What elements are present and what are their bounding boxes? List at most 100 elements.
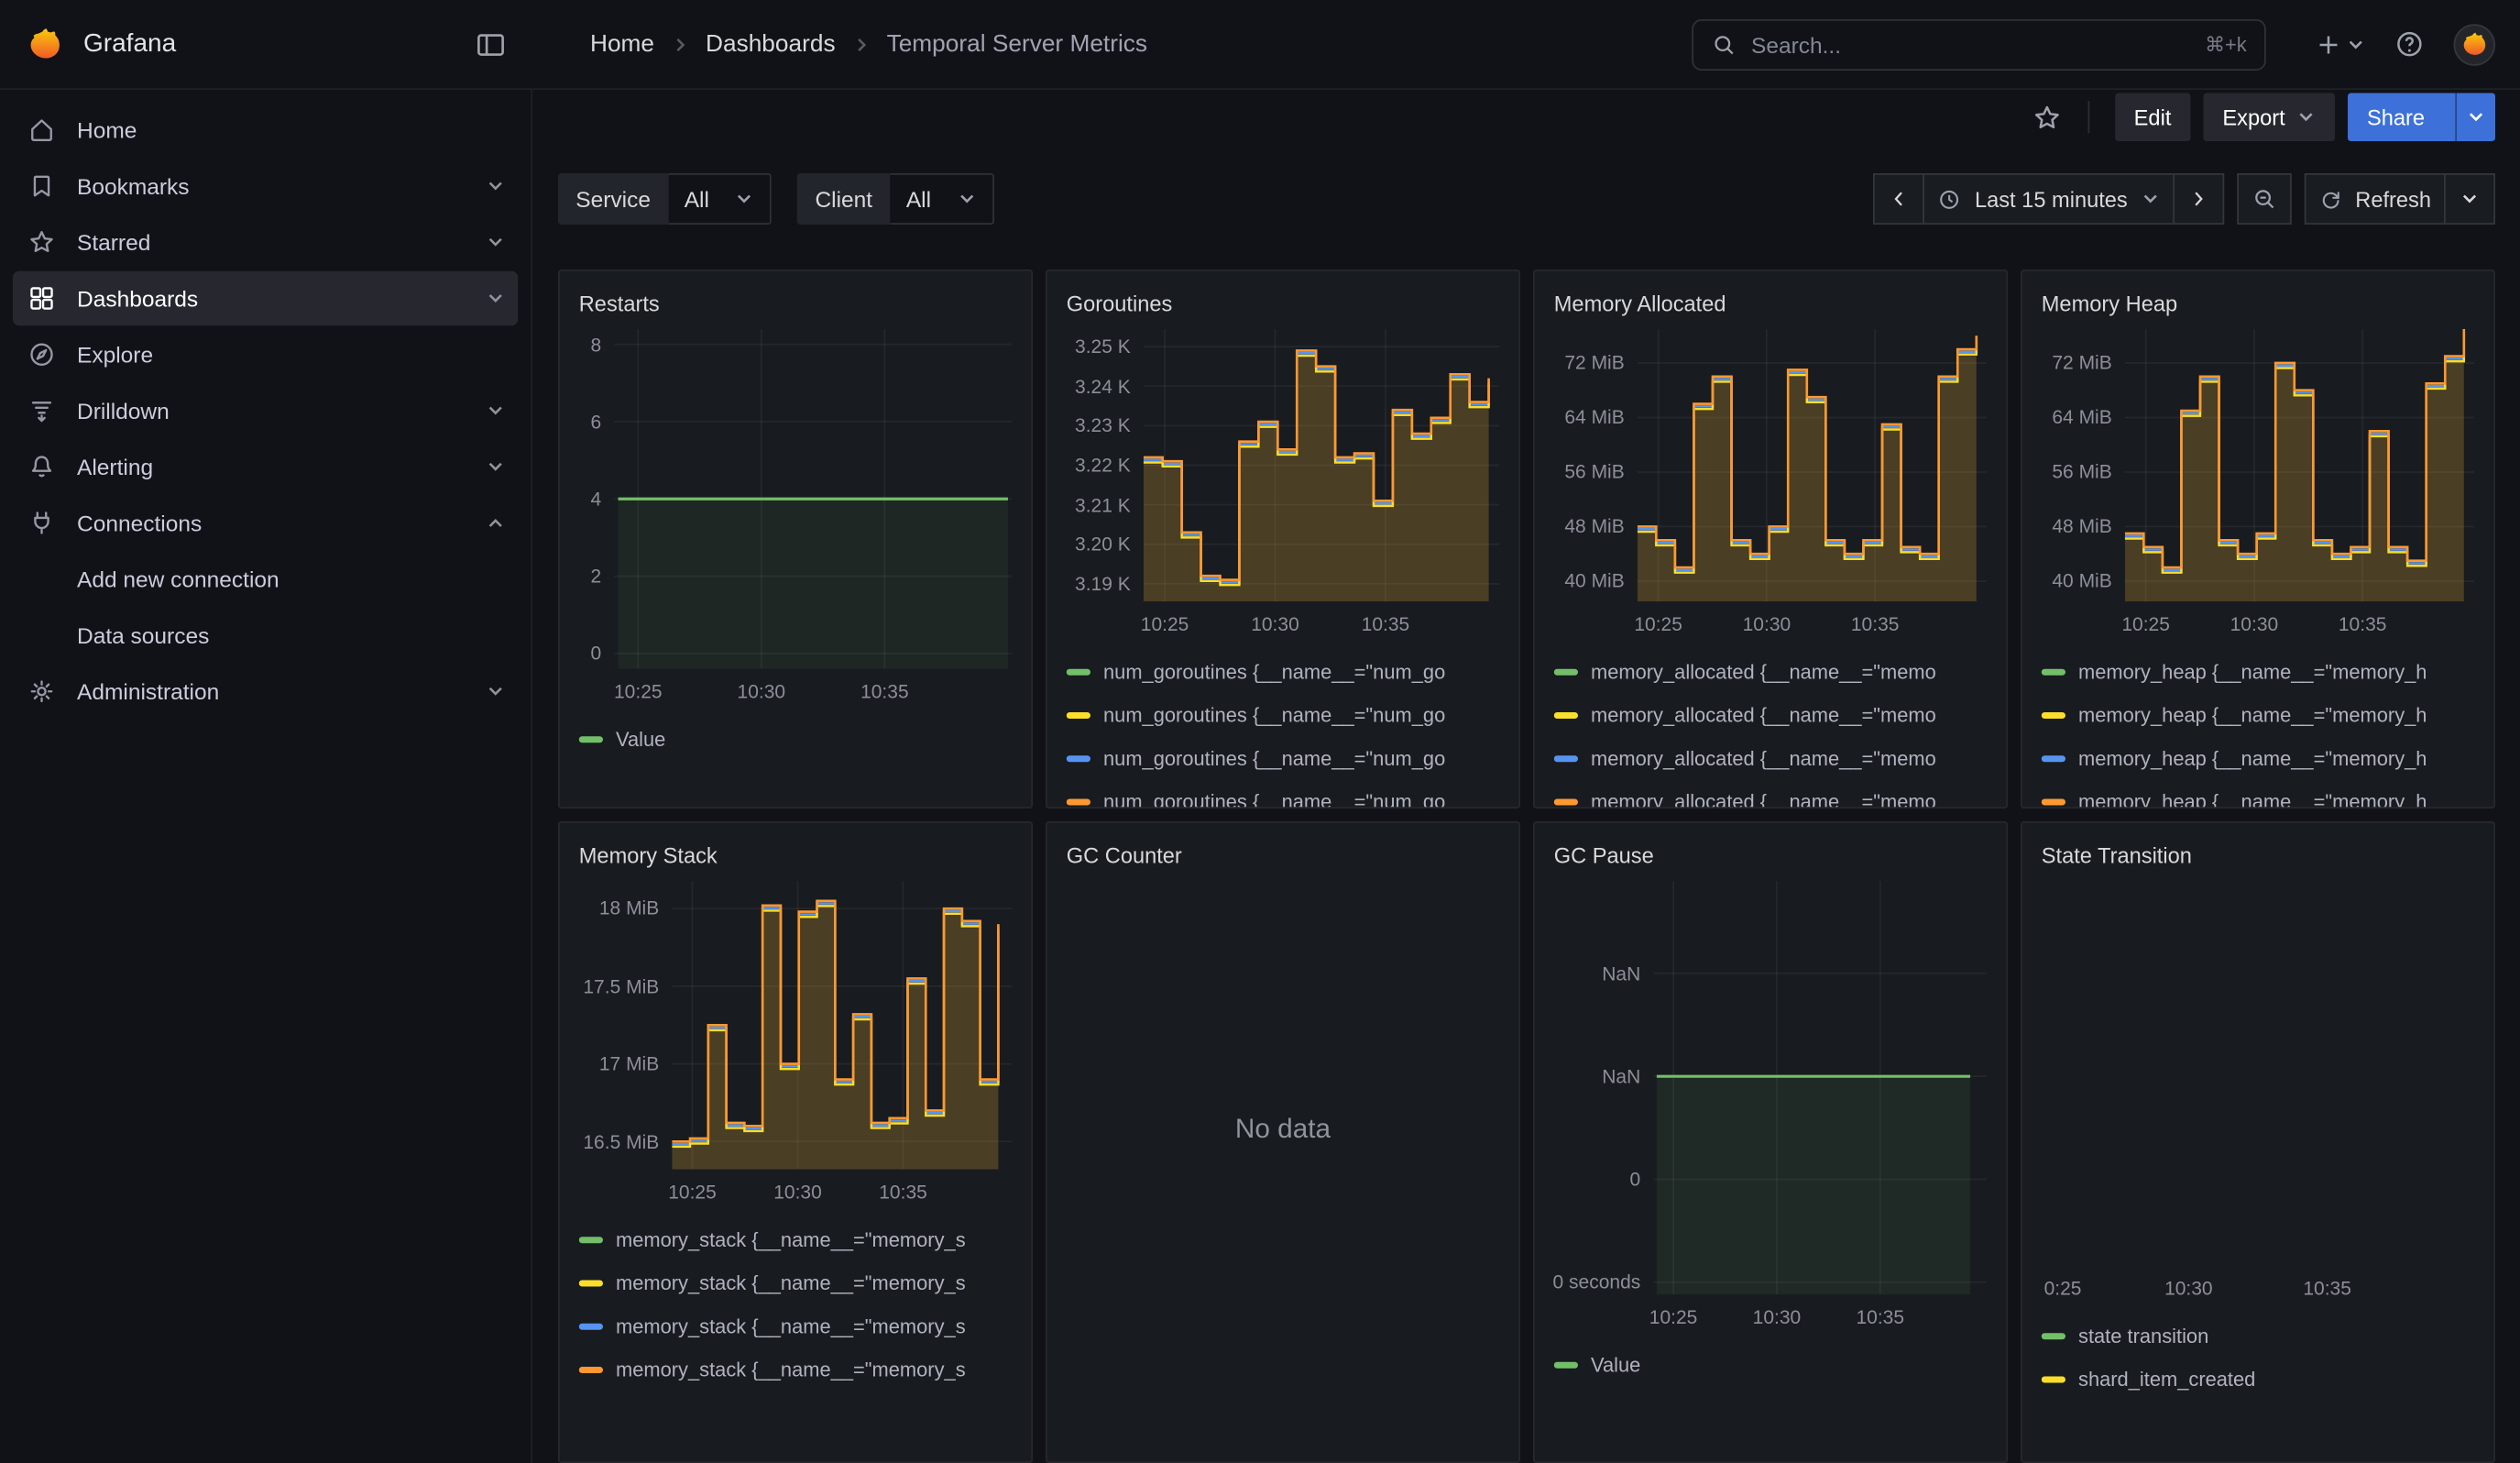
y-axis-label: 3.23 K <box>1075 414 1131 437</box>
y-axis-label: 3.19 K <box>1075 573 1131 596</box>
legend-item[interactable]: memory_allocated {__name__="memo <box>1554 780 1988 809</box>
x-axis: 10:2510:3010:35 <box>1653 1301 1987 1333</box>
sidebar-item-administration[interactable]: Administration <box>13 665 518 720</box>
legend-item[interactable]: num_goroutines {__name__="num_go <box>1067 736 1500 779</box>
sidebar-item-connections[interactable]: Connections <box>13 496 518 551</box>
x-axis-label: 10:25 <box>1634 613 1682 636</box>
sidebar-item-label: Administration <box>77 678 466 704</box>
panel-title[interactable]: Restarts <box>579 284 1013 326</box>
sidebar-item-label: Data sources <box>77 622 505 648</box>
sidebar-item-add-new-connection[interactable]: Add new connection <box>13 552 518 607</box>
legend-label: memory_allocated {__name__="memo <box>1591 703 1936 726</box>
legend-item[interactable]: memory_heap {__name__="memory_h <box>2042 650 2475 693</box>
variable-client[interactable]: Client All <box>797 173 993 225</box>
legend-marker <box>579 735 603 742</box>
panel-title[interactable]: State Transition <box>2042 836 2475 878</box>
legend-item[interactable]: memory_allocated {__name__="memo <box>1554 736 1988 779</box>
chart-plot-area[interactable] <box>2048 881 2475 1266</box>
sidebar-toggle-button[interactable] <box>475 28 507 60</box>
breadcrumb-home[interactable]: Home <box>590 30 654 58</box>
plug-icon <box>26 507 58 539</box>
refresh-group: Refresh <box>2304 173 2495 225</box>
chart-plot-area[interactable] <box>672 881 1012 1170</box>
panel-title[interactable]: Goroutines <box>1067 284 1500 326</box>
sidebar-item-label: Explore <box>77 342 505 368</box>
chart-row: 86420 <box>579 329 1013 669</box>
x-axis-label: 10:25 <box>1649 1306 1698 1329</box>
favorite-button[interactable] <box>2032 102 2062 132</box>
legend-item[interactable]: memory_stack {__name__="memory_s <box>579 1348 1013 1391</box>
compass-icon <box>26 338 58 370</box>
time-range-picker[interactable]: Last 15 minutes <box>1923 173 2175 225</box>
legend-label: memory_heap {__name__="memory_h <box>2078 703 2427 726</box>
x-axis-label: 10:35 <box>2303 1277 2351 1300</box>
chart-plot-area[interactable] <box>614 329 1012 669</box>
chart-plot-area[interactable] <box>1144 329 1500 602</box>
panel-title[interactable]: Memory Stack <box>579 836 1013 878</box>
y-axis-label: 0 seconds <box>1553 1271 1641 1294</box>
chart-plot-area[interactable] <box>2125 329 2475 602</box>
legend-item[interactable]: memory_heap {__name__="memory_h <box>2042 780 2475 809</box>
legend-label: memory_stack {__name__="memory_s <box>616 1228 966 1251</box>
panel-title[interactable]: Memory Allocated <box>1554 284 1988 326</box>
x-axis: 0:2510:3010:35 <box>2048 1272 2475 1304</box>
sidebar-item-explore[interactable]: Explore <box>13 327 518 382</box>
legend-item[interactable]: memory_stack {__name__="memory_s <box>579 1217 1013 1260</box>
star-icon <box>26 226 58 258</box>
legend-item[interactable]: memory_stack {__name__="memory_s <box>579 1261 1013 1304</box>
sidebar: Home Bookmarks Starred Dashboards Explor… <box>0 90 532 1463</box>
variable-service[interactable]: Service All <box>558 173 772 225</box>
x-axis-label: 10:35 <box>1362 613 1410 636</box>
y-axis: NaNNaN00 seconds <box>1554 881 1654 1295</box>
new-button[interactable] <box>2314 29 2365 59</box>
sidebar-item-alerting[interactable]: Alerting <box>13 440 518 495</box>
legend-item[interactable]: shard_item_created <box>2042 1358 2475 1401</box>
legend-item[interactable]: memory_allocated {__name__="memo <box>1554 693 1988 736</box>
panel-title[interactable]: GC Counter <box>1067 836 1500 878</box>
legend-item[interactable]: num_goroutines {__name__="num_go <box>1067 780 1500 809</box>
panel-title[interactable]: Memory Heap <box>2042 284 2475 326</box>
legend-item[interactable]: Value <box>1554 1343 1988 1386</box>
share-button[interactable]: Share <box>2348 94 2495 142</box>
legend-item[interactable]: memory_stack {__name__="memory_s <box>579 1304 1013 1348</box>
legend-label: Value <box>616 728 665 751</box>
export-button[interactable]: Export <box>2203 94 2335 142</box>
y-axis-label: 3.21 K <box>1075 493 1131 516</box>
sidebar-item-home[interactable]: Home <box>13 103 518 158</box>
breadcrumb-dashboards[interactable]: Dashboards <box>706 30 836 58</box>
edit-button[interactable]: Edit <box>2115 94 2191 142</box>
legend-item[interactable]: state transition <box>2042 1314 2475 1357</box>
refresh-interval-button[interactable] <box>2444 173 2495 225</box>
time-back-button[interactable] <box>1874 173 1925 225</box>
y-axis-label: 56 MiB <box>1564 461 1624 484</box>
sidebar-item-data-sources[interactable]: Data sources <box>13 608 518 663</box>
question-circle-icon <box>2394 29 2425 60</box>
legend-item[interactable]: memory_heap {__name__="memory_h <box>2042 693 2475 736</box>
x-axis-label: 10:30 <box>738 680 786 703</box>
refresh-button[interactable]: Refresh <box>2304 173 2445 225</box>
legend-item[interactable]: num_goroutines {__name__="num_go <box>1067 650 1500 693</box>
legend-label: num_goroutines {__name__="num_go <box>1103 747 1445 770</box>
panel-title[interactable]: GC Pause <box>1554 836 1988 878</box>
avatar[interactable] <box>2454 23 2496 65</box>
brand[interactable]: Grafana <box>26 25 176 63</box>
legend: memory_heap {__name__="memory_hmemory_he… <box>2042 640 2475 808</box>
chart-plot-area[interactable] <box>1638 329 1988 602</box>
chart-plot-area[interactable] <box>1653 881 1987 1295</box>
legend-item[interactable]: memory_heap {__name__="memory_h <box>2042 736 2475 779</box>
time-forward-button[interactable] <box>2173 173 2224 225</box>
search-input[interactable]: Search... ⌘+k <box>1692 18 2266 70</box>
sidebar-item-drilldown[interactable]: Drilldown <box>13 383 518 438</box>
sidebar-item-dashboards[interactable]: Dashboards <box>13 271 518 326</box>
share-menu-button[interactable] <box>2455 94 2495 142</box>
sidebar-item-bookmarks[interactable]: Bookmarks <box>13 159 518 214</box>
legend-item[interactable]: memory_allocated {__name__="memo <box>1554 650 1988 693</box>
legend-item[interactable]: num_goroutines {__name__="num_go <box>1067 693 1500 736</box>
zoom-out-button[interactable] <box>2237 173 2292 225</box>
sidebar-item-starred[interactable]: Starred <box>13 215 518 270</box>
y-axis: 86420 <box>579 329 615 669</box>
legend-item[interactable]: Value <box>579 717 1013 760</box>
panel-state-transition: State Transition 0:2510:3010:35 state tra… <box>2021 821 2495 1463</box>
chevron-down-icon <box>486 682 505 701</box>
help-button[interactable] <box>2394 29 2425 60</box>
